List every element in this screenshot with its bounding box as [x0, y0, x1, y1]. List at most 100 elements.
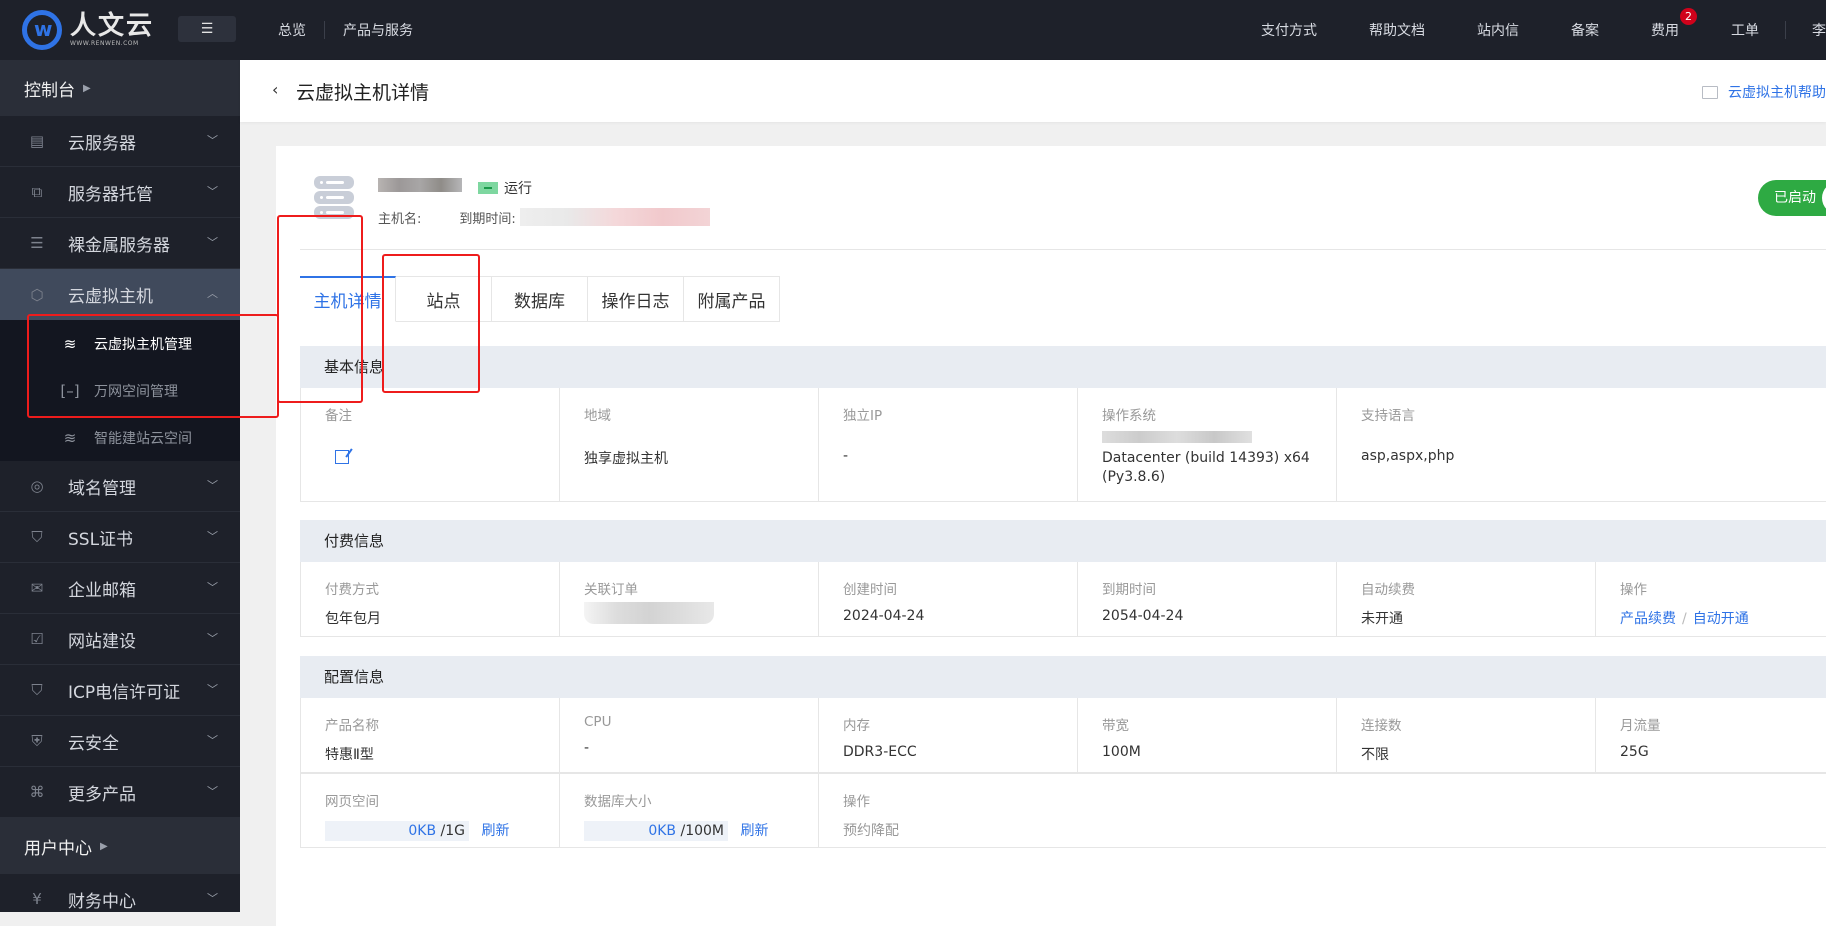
nav-products-services[interactable]: 产品与服务: [325, 20, 431, 40]
product-name-value: 特惠Ⅱ型: [325, 747, 374, 763]
schedule-downgrade-action[interactable]: 预约降配: [843, 820, 1811, 840]
region-value: 独享虚拟主机: [584, 451, 668, 467]
nav-payment-methods[interactable]: 支付方式: [1261, 20, 1317, 40]
sidebar-console-label: 控制台: [24, 80, 75, 101]
sidebar-subitem-wanwang-space[interactable]: [–] 万网空间管理: [0, 367, 240, 414]
sidebar-item-cloud-security[interactable]: ⛨ 云安全 ﹀: [0, 716, 240, 767]
sidebar-item-ssl[interactable]: ⛉ SSL证书 ﹀: [0, 512, 240, 563]
chevron-down-icon: ﹀: [207, 236, 218, 249]
field-label: 产品名称: [325, 718, 379, 734]
tab-sites[interactable]: 站点: [396, 276, 492, 322]
edit-note-icon[interactable]: [335, 450, 349, 464]
tab-databases[interactable]: 数据库: [492, 276, 588, 322]
cube-icon: ⬡: [30, 285, 44, 304]
sidebar-submenu: ≋ 云虚拟主机管理 [–] 万网空间管理 ≋ 智能建站云空间: [0, 320, 240, 461]
sidebar-item-label: 云服务器: [68, 133, 136, 154]
sidebar-item-label: SSL证书: [68, 529, 134, 550]
nav-tickets[interactable]: 工单: [1731, 20, 1759, 40]
sidebar-subitem-label: 云虚拟主机管理: [94, 336, 192, 353]
sidebar-console[interactable]: 控制台 ▶: [0, 60, 240, 116]
connections-value: 不限: [1361, 747, 1389, 763]
sidebar-item-finance[interactable]: ¥ 财务中心 ﹀: [0, 874, 240, 912]
nav-help-docs[interactable]: 帮助文档: [1369, 20, 1425, 40]
menu-fold-icon: ☰: [200, 21, 214, 37]
running-icon: [478, 182, 498, 194]
user-menu[interactable]: 李倩: [1812, 20, 1826, 40]
refresh-web-space-link[interactable]: 刷新: [481, 823, 509, 839]
monitor-check-icon: ☑: [30, 630, 44, 648]
section-title: 基本信息: [300, 346, 1826, 388]
power-toggle[interactable]: 已启动: [1758, 180, 1826, 216]
sidebar-item-label: 裸金属服务器: [68, 235, 170, 256]
sidebar-item-bare-metal[interactable]: ☰ 裸金属服务器 ﹀: [0, 218, 240, 269]
billing-info-section: 付费信息 付费方式 包年包月 关联订单 创建时间 2024-04-24 到期时间…: [300, 520, 1826, 637]
db-size-usage-bar: 0KB /100M: [584, 821, 728, 841]
field-label: 自动续费: [1361, 582, 1415, 598]
field-label: 操作系统: [1102, 408, 1156, 424]
status-text: 运行: [504, 181, 532, 197]
tab-addon-products[interactable]: 附属产品: [684, 276, 780, 322]
status-badge: 运行: [478, 178, 532, 198]
nav-fees[interactable]: 费用 2: [1651, 8, 1697, 40]
nav-filing[interactable]: 备案: [1571, 20, 1599, 40]
sidebar-item-domain[interactable]: ◎ 域名管理 ﹀: [0, 461, 240, 512]
sidebar-subitem-smart-site-space[interactable]: ≋ 智能建站云空间: [0, 414, 240, 461]
fees-badge: 2: [1680, 8, 1697, 25]
field-label: 数据库大小: [584, 794, 652, 810]
sidebar-item-mail[interactable]: ✉ 企业邮箱 ﹀: [0, 563, 240, 614]
os-redacted: [1102, 431, 1252, 443]
sidebar-item-virtual-host[interactable]: ⬡ 云虚拟主机 ︿: [0, 269, 240, 320]
chevron-down-icon: ﹀: [207, 734, 218, 747]
enable-auto-renew-link[interactable]: 自动开通: [1693, 611, 1749, 627]
field-label: 到期时间: [1102, 582, 1156, 598]
logo[interactable]: 人文云 WWW.RENWEN.COM: [22, 10, 154, 50]
field-label: 备注: [325, 408, 352, 424]
back-arrow-icon[interactable]: ‹: [272, 80, 278, 99]
nav-overview[interactable]: 总览: [260, 20, 324, 40]
os-value: Datacenter (build 14393) x64 (Py3.8.6): [1102, 430, 1312, 487]
chevron-down-icon: ﹀: [207, 185, 218, 198]
field-label: 地域: [584, 408, 611, 424]
tab-host-details[interactable]: 主机详情: [300, 276, 396, 322]
sidebar-item-label: 域名管理: [68, 478, 136, 499]
monthly-traffic-value: 25G: [1620, 744, 1649, 760]
sidebar-item-cloud-server[interactable]: ▤ 云服务器 ﹀: [0, 116, 240, 167]
refresh-db-size-link[interactable]: 刷新: [740, 823, 768, 839]
sidebar-subitem-virtual-host-management[interactable]: ≋ 云虚拟主机管理: [0, 320, 240, 367]
sidebar-user-center[interactable]: 用户中心 ▶: [0, 818, 240, 874]
basic-info-section: 基本信息 备注 地域 独享虚拟主机 独立IP - 操作系统 Datacenter…: [300, 346, 1826, 502]
chevron-down-icon: ﹀: [207, 581, 218, 594]
nav-messages[interactable]: 站内信: [1477, 20, 1519, 40]
sidebar-item-label: 企业邮箱: [68, 580, 136, 601]
languages-value: asp,aspx,php: [1361, 448, 1455, 464]
caret-right-icon: ▶: [100, 840, 108, 852]
menu-toggle-button[interactable]: ☰: [178, 16, 236, 42]
sidebar-item-label: 云安全: [68, 733, 119, 754]
bracket-icon: [–]: [60, 381, 80, 400]
sidebar-item-server-hosting[interactable]: ⧉ 服务器托管 ﹀: [0, 167, 240, 218]
renew-product-link[interactable]: 产品续费: [1620, 611, 1676, 627]
shield-plus-icon: ⛨: [31, 732, 43, 750]
sidebar-item-website-building[interactable]: ☑ 网站建设 ﹀: [0, 614, 240, 665]
layers-icon: ≋: [63, 428, 77, 447]
sidebar-item-label: 网站建设: [68, 631, 136, 652]
page-title: 云虚拟主机详情: [296, 82, 430, 104]
sidebar-subitem-label: 万网空间管理: [94, 383, 178, 400]
chevron-down-icon: ﹀: [207, 632, 218, 645]
sidebar-item-more-products[interactable]: ⌘ 更多产品 ﹀: [0, 767, 240, 818]
host-name-label: 主机名:: [378, 212, 422, 227]
ssl-shield-icon: ⛉: [31, 528, 43, 546]
tab-operation-log[interactable]: 操作日志: [588, 276, 684, 322]
auto-renew-status: 未开通: [1361, 611, 1403, 627]
field-label: 操作: [843, 794, 870, 810]
detail-card: 运行 主机名: 到期时间: 已启动 主机详情 站点 数据库 操作日志 附属产品 …: [276, 146, 1826, 926]
sidebar: 控制台 ▶ ▤ 云服务器 ﹀ ⧉ 服务器托管 ﹀ ☰ 裸金属服务器 ﹀ ⬡ 云虚…: [0, 60, 240, 912]
logo-url: WWW.RENWEN.COM: [70, 40, 139, 47]
logo-text: 人文云: [70, 11, 155, 41]
sidebar-item-label: ICP电信许可证: [68, 682, 181, 703]
dedicated-ip-value: -: [843, 448, 849, 464]
sidebar-item-icp[interactable]: ⛉ ICP电信许可证 ﹀: [0, 665, 240, 716]
help-link[interactable]: 云虚拟主机帮助: [1702, 82, 1826, 102]
server-icon: [314, 176, 354, 221]
sidebar-item-label: 云虚拟主机: [68, 287, 153, 307]
